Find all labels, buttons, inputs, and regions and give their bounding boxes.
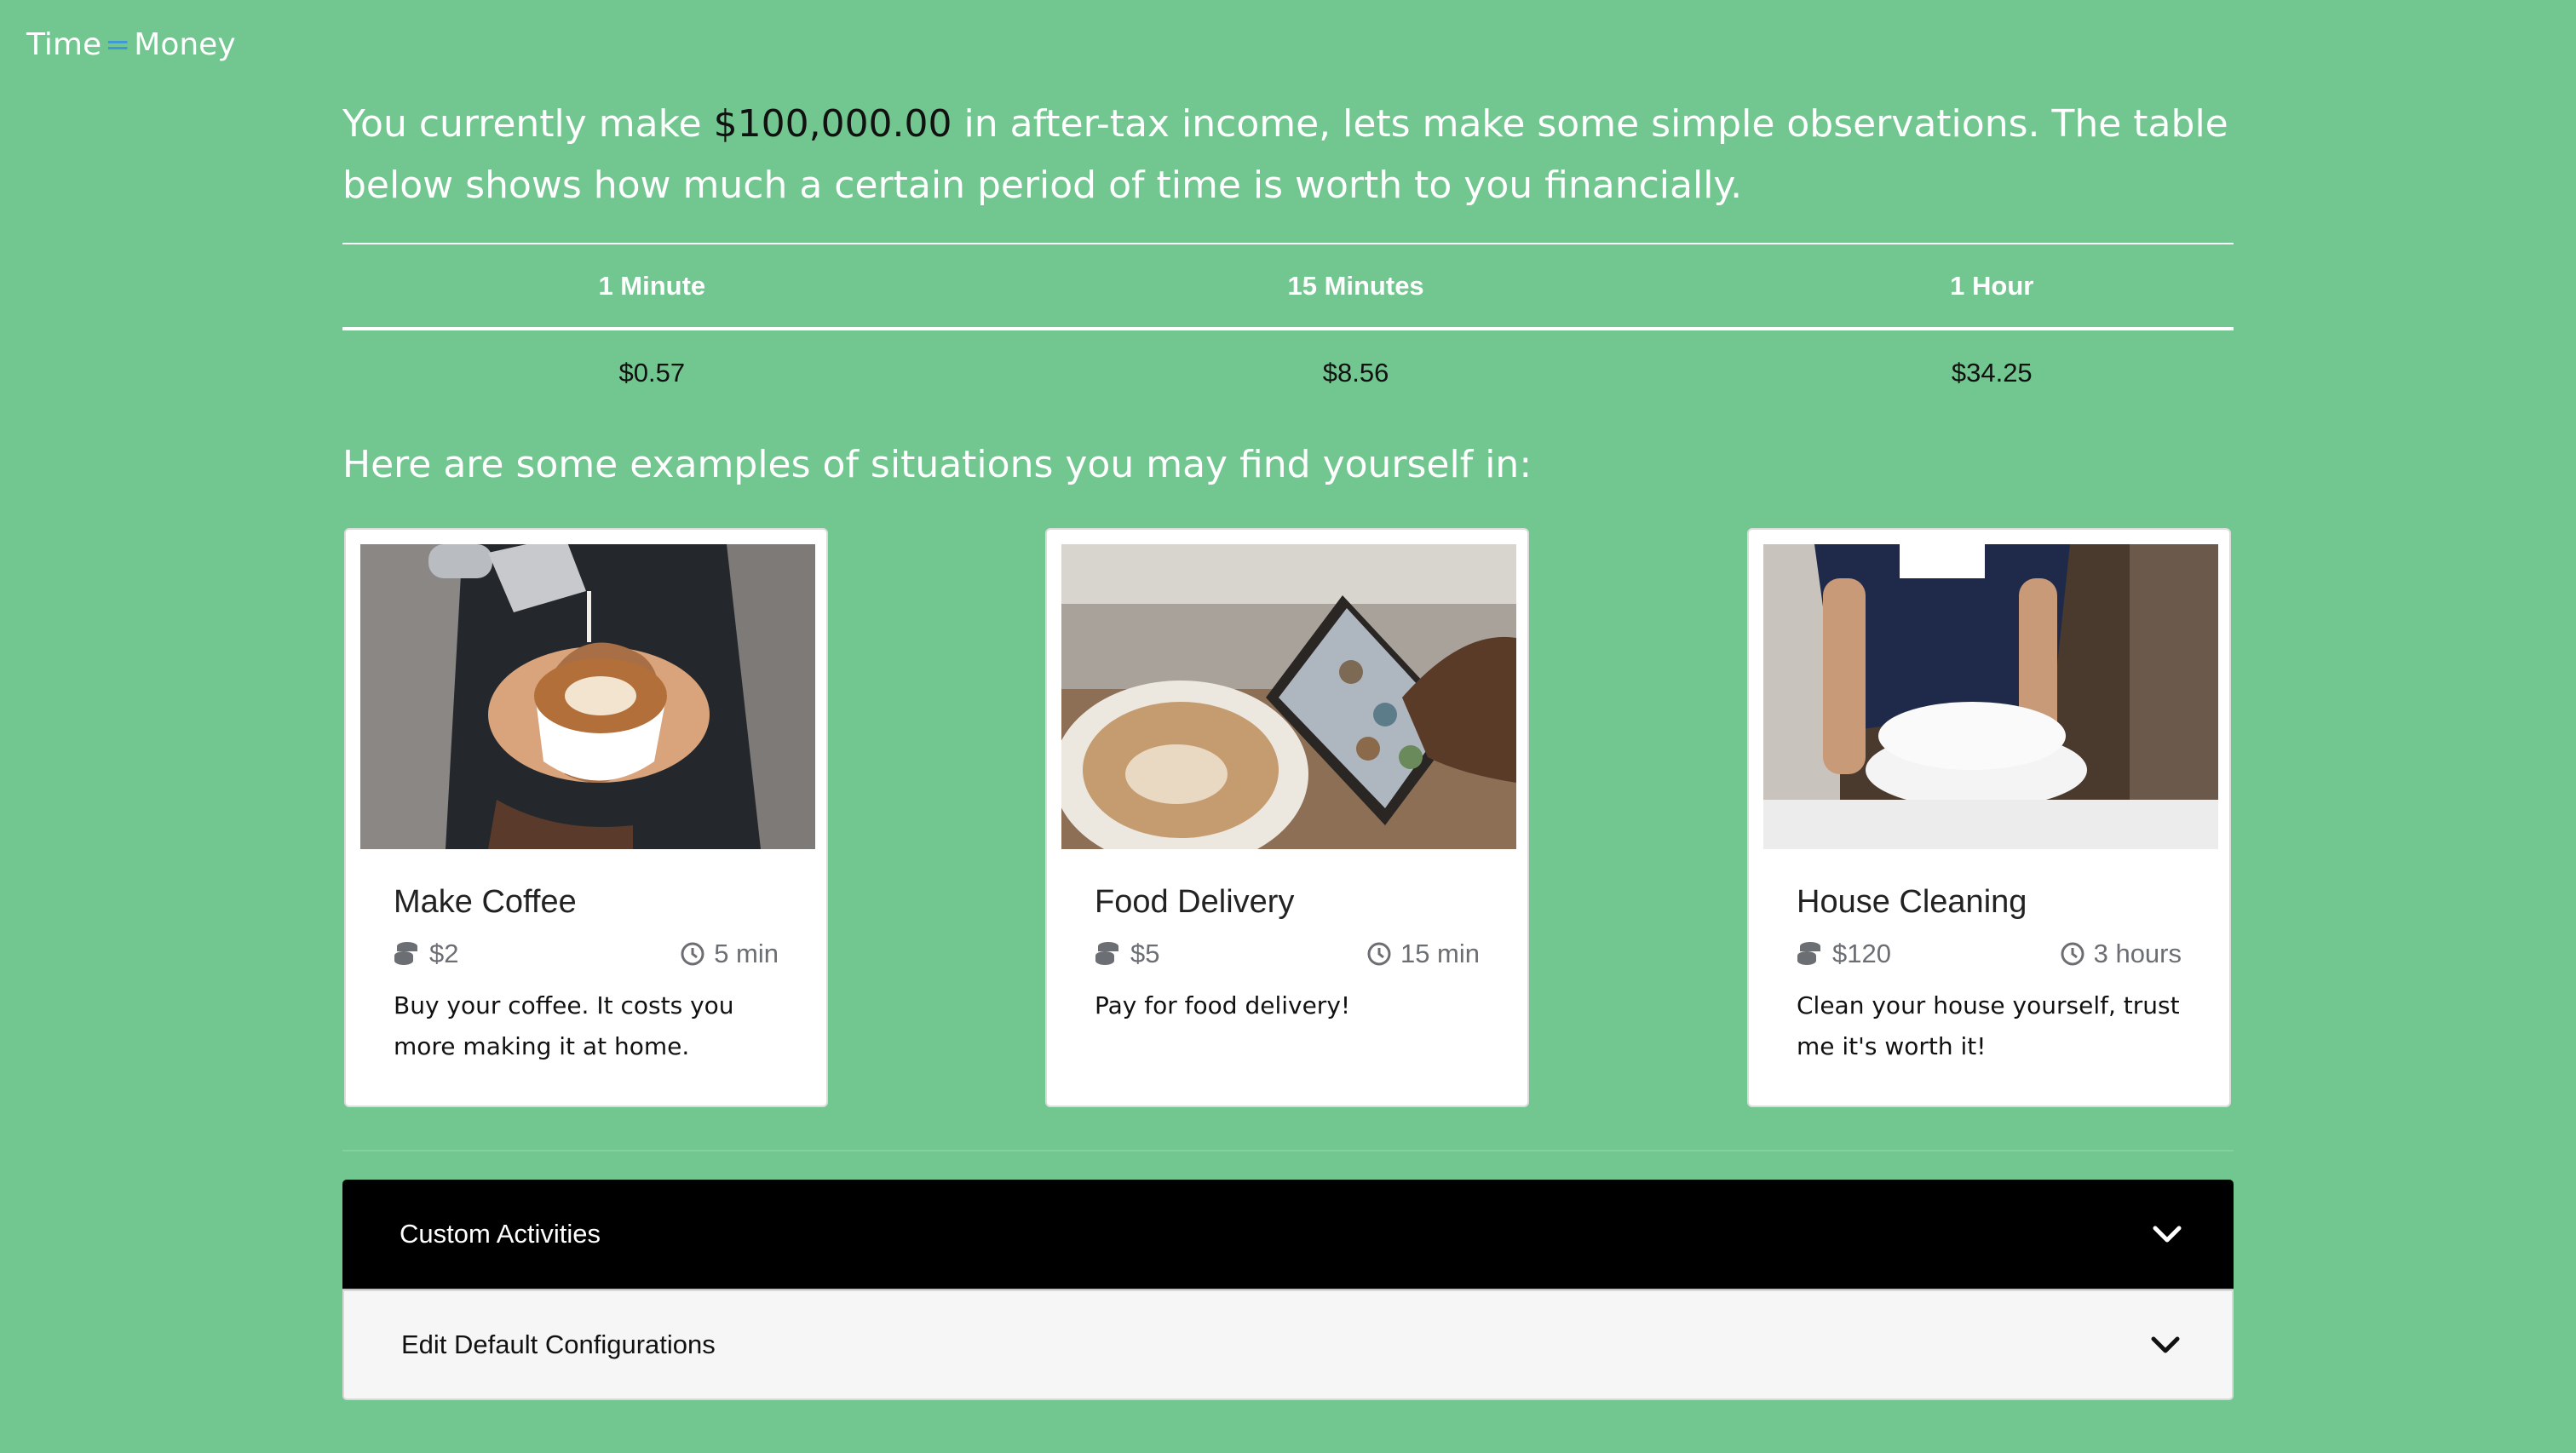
card-time-value: 15 min bbox=[1400, 939, 1480, 968]
brand-logo[interactable]: Time = Money bbox=[26, 27, 236, 62]
intro-text: You currently make $100,000.00 in after-… bbox=[342, 94, 2234, 216]
header-1-hour: 1 Hour bbox=[1750, 243, 2234, 330]
card-price-value: $5 bbox=[1130, 939, 1160, 968]
coins-icon bbox=[1095, 942, 1118, 965]
value-1-hour: $34.25 bbox=[1951, 358, 2033, 388]
edit-default-config-label: Edit Default Configurations bbox=[401, 1330, 716, 1359]
value-1-minute: $0.57 bbox=[618, 358, 686, 388]
examples-heading: Here are some examples of situations you… bbox=[342, 443, 1532, 486]
card-time: 5 min bbox=[680, 939, 779, 969]
brand-equals: = bbox=[105, 27, 131, 62]
brand-money: Money bbox=[134, 27, 236, 62]
brand-time: Time bbox=[26, 27, 102, 62]
card-time-value: 3 hours bbox=[2093, 939, 2182, 968]
header-1-minute: 1 Minute bbox=[342, 243, 962, 330]
value-15-minutes: $8.56 bbox=[1322, 358, 1389, 388]
clock-icon bbox=[1367, 942, 1391, 966]
card-time: 15 min bbox=[1366, 939, 1480, 969]
card-house-cleaning[interactable]: House Cleaning $120 3 hours Clean your h… bbox=[1747, 528, 2231, 1107]
card-make-coffee[interactable]: Make Coffee $2 5 min Buy your coffee. It… bbox=[344, 528, 828, 1107]
card-description: Pay for food delivery! bbox=[1095, 991, 1351, 1019]
card-price: $2 bbox=[394, 939, 458, 969]
card-price: $120 bbox=[1797, 939, 1891, 969]
section-divider bbox=[342, 1150, 2234, 1151]
card-title: Make Coffee bbox=[394, 884, 577, 920]
chevron-down-icon[interactable] bbox=[2148, 1332, 2182, 1358]
coins-icon bbox=[1797, 942, 1820, 965]
delivery-photo bbox=[1061, 544, 1516, 849]
cleaning-photo bbox=[1763, 544, 2218, 849]
coffee-photo bbox=[360, 544, 815, 849]
card-price-value: $2 bbox=[429, 939, 459, 968]
table-row: $0.57 $8.56 $34.25 bbox=[342, 329, 2234, 416]
chevron-down-icon[interactable] bbox=[2150, 1221, 2184, 1247]
card-food-delivery[interactable]: Food Delivery $5 15 min Pay for food del… bbox=[1045, 528, 1529, 1107]
card-description: Clean your house yourself, trust me it's… bbox=[1797, 991, 2180, 1060]
time-value-table: 1 Minute 15 Minutes 1 Hour $0.57 $8.56 $… bbox=[342, 243, 2234, 416]
income-value: $100,000.00 bbox=[713, 102, 952, 146]
intro-before: You currently make bbox=[342, 102, 714, 146]
custom-activities-label: Custom Activities bbox=[400, 1219, 601, 1249]
custom-activities-accordion[interactable]: Custom Activities bbox=[342, 1180, 2234, 1289]
header-15-minutes: 15 Minutes bbox=[961, 243, 1751, 330]
card-time-value: 5 min bbox=[714, 939, 779, 968]
table-header-row: 1 Minute 15 Minutes 1 Hour bbox=[342, 243, 2234, 330]
card-title: Food Delivery bbox=[1095, 884, 1295, 920]
card-time: 3 hours bbox=[2060, 939, 2182, 969]
card-price: $5 bbox=[1095, 939, 1159, 969]
card-description: Buy your coffee. It costs you more makin… bbox=[394, 991, 734, 1060]
clock-icon bbox=[681, 942, 704, 966]
clock-icon bbox=[2061, 942, 2084, 966]
coins-icon bbox=[394, 942, 417, 965]
card-price-value: $120 bbox=[1832, 939, 1891, 968]
edit-default-config-accordion[interactable]: Edit Default Configurations bbox=[342, 1289, 2234, 1400]
card-title: House Cleaning bbox=[1797, 884, 2027, 920]
